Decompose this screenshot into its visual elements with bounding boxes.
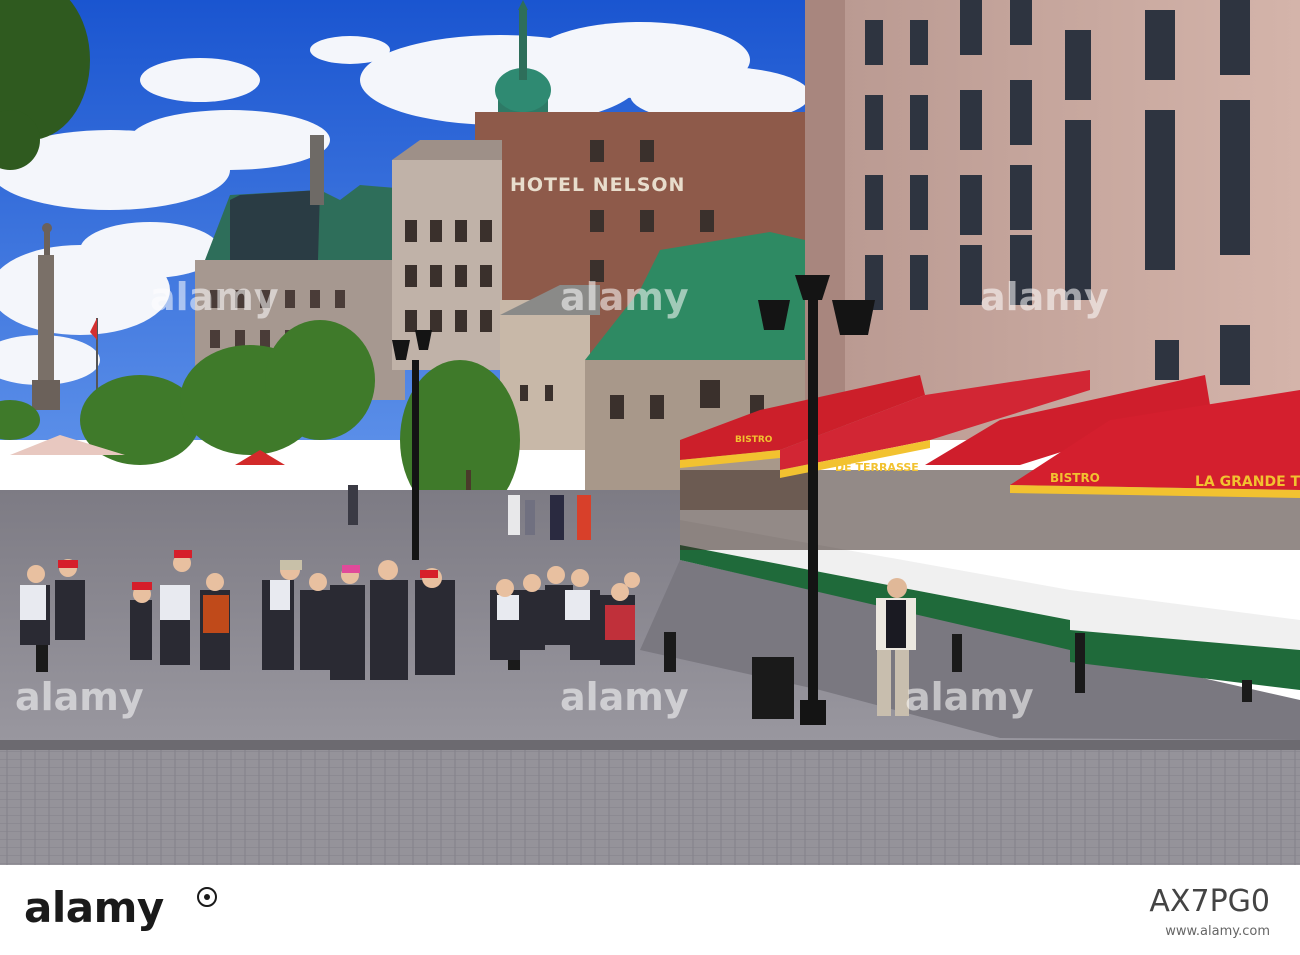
awning-sign-bistro-1: BISTRO (735, 435, 773, 445)
awning-sign-terrasse: DE TERRASSE (835, 461, 919, 474)
stone-building-right (805, 0, 1300, 440)
alamy-logo[interactable]: alamy (24, 883, 164, 932)
cobblestone-road (0, 748, 1300, 865)
watermark-1: alamy (15, 675, 144, 719)
alamy-logo-icon (197, 887, 217, 907)
hotel-nelson-sign: HOTEL NELSON (510, 174, 685, 196)
trash-bin (752, 657, 794, 719)
awning-sign-bistro-2: BISTRO (1050, 471, 1100, 485)
awning-sign-la-grande-terrasse: LA GRANDE TER (1195, 474, 1300, 490)
watermark-5: alamy (905, 675, 1034, 719)
watermark-4: alamy (560, 675, 689, 719)
watermark-2: alamy (150, 275, 279, 319)
street-scene-photo: HOTEL NELSON BISTRO DE TERRASSE BISTRO L… (0, 0, 1300, 865)
site-url[interactable]: www.alamy.com (1165, 924, 1270, 939)
stock-photo-page: HOTEL NELSON BISTRO DE TERRASSE BISTRO L… (0, 0, 1300, 955)
watermark-6: alamy (980, 275, 1109, 319)
image-id: AX7PG0 (1149, 884, 1270, 919)
watermark-3: alamy (560, 275, 689, 319)
footer-bar (0, 865, 1300, 955)
